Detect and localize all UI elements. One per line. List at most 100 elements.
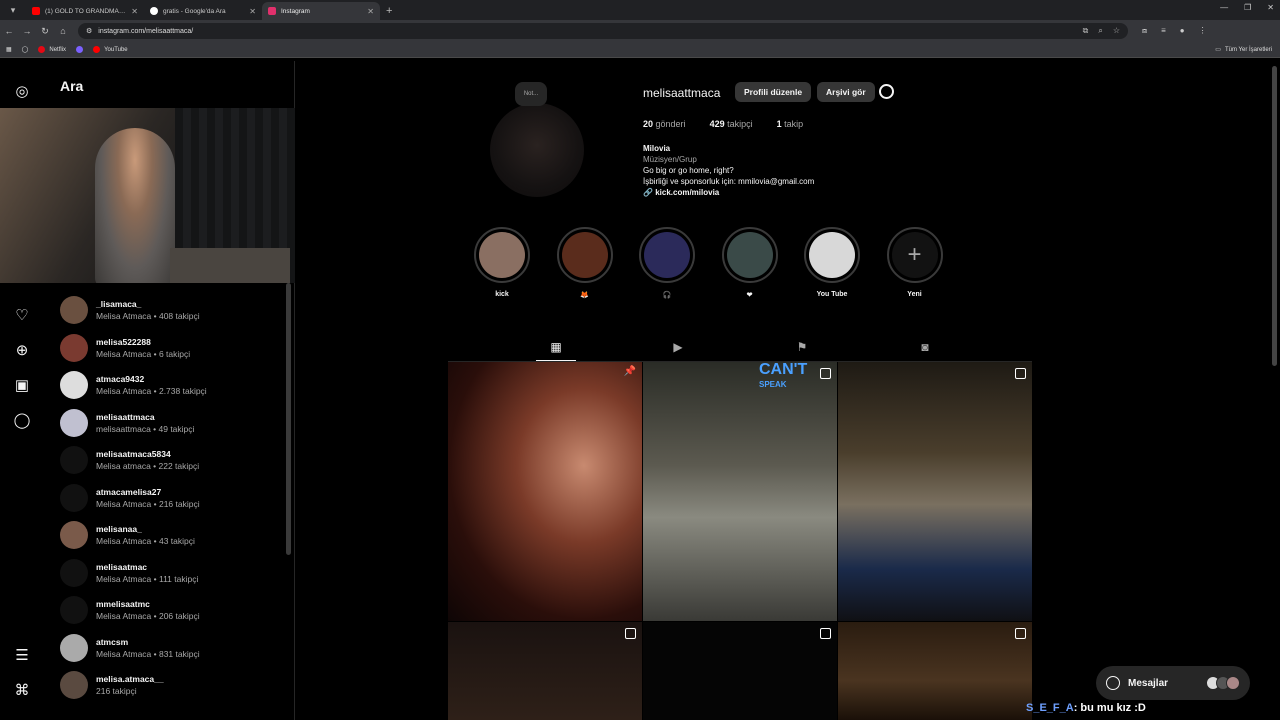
close-window-icon[interactable]: ✕ — [1267, 3, 1274, 12]
result-subtitle: 216 takipçi — [96, 686, 137, 696]
following-count[interactable]: 1 takip — [777, 119, 804, 129]
tab-saved-icon[interactable]: ⚑ — [795, 340, 809, 354]
bio-category: Müzisyen/Grup — [643, 155, 697, 164]
result-subtitle: Melisa Atmaca • 43 takipçi — [96, 536, 195, 546]
search-scrollbar[interactable] — [286, 283, 291, 555]
post-thumbnail[interactable]: CAN'T SPEAK — [643, 362, 837, 621]
profile-avatar-icon[interactable]: ◯ — [12, 410, 32, 430]
more-menu-icon[interactable]: ☰ — [12, 645, 32, 665]
maximize-icon[interactable]: ❐ — [1244, 3, 1251, 12]
bookmark-star-icon[interactable]: ☆ — [1113, 26, 1120, 36]
avatar — [60, 633, 88, 662]
media-icon[interactable]: ≡ — [1161, 26, 1166, 36]
result-username: melisaatmaca5834 — [96, 449, 171, 459]
browser-tab-youtube[interactable]: (1) GOLD TO GRANDMASTER V ✕ — [26, 2, 144, 20]
post-caption-overlay: CAN'T SPEAK — [759, 362, 808, 389]
back-icon[interactable]: ← — [0, 26, 18, 36]
story-highlight[interactable]: + Yeni — [886, 227, 943, 298]
search-result-item[interactable]: melisaatmac Melisa Atmaca • 111 takipçi — [60, 557, 290, 589]
story-highlight[interactable]: 🦊 — [556, 227, 613, 299]
post-thumbnail[interactable] — [448, 622, 642, 720]
bio-link[interactable]: 🔗 kick.com/milovia — [643, 187, 814, 198]
story-highlight[interactable]: You Tube — [804, 227, 860, 298]
bookmark-netflix[interactable]: Netflix — [38, 46, 66, 53]
zoom-icon[interactable]: ⌕ — [1098, 26, 1102, 36]
result-subtitle: Melisa Atmaca • 206 takipçi — [96, 611, 200, 621]
search-result-item[interactable]: mmelisaatmc Melisa Atmaca • 206 takipçi — [60, 594, 290, 626]
dashboard-icon[interactable]: ▣ — [12, 375, 32, 395]
page-scrollbar[interactable] — [1272, 66, 1277, 366]
followers-count[interactable]: 429 takipçi — [710, 119, 753, 129]
close-tab-icon[interactable]: ✕ — [131, 7, 138, 16]
edit-profile-button[interactable]: Profili düzenle — [735, 82, 812, 102]
avatar — [60, 446, 88, 474]
tab-posts-grid-icon[interactable]: ▦ — [549, 340, 563, 354]
highlight-cover — [644, 232, 690, 278]
home-icon[interactable]: ⌂ — [54, 26, 72, 36]
profile-picture[interactable] — [490, 103, 584, 197]
story-highlight[interactable]: ❤ — [721, 227, 778, 299]
highlight-label: 🎧 — [662, 292, 672, 299]
search-result-item[interactable]: melisa522288 Melisa Atmaca • 6 takipçi — [60, 332, 290, 364]
chat-text: : bu mu kız :D — [1073, 702, 1146, 714]
forward-icon[interactable]: → — [18, 26, 36, 36]
post-thumbnail[interactable] — [643, 622, 837, 720]
search-result-item[interactable]: atmacamelisa27 Melisa Atmaca • 216 takipç… — [60, 482, 290, 514]
tab-reels-icon[interactable]: ▶ — [671, 340, 685, 354]
extensions-icon[interactable]: ⧈ — [1142, 26, 1147, 36]
post-thumbnail[interactable] — [838, 622, 1032, 720]
apps-icon[interactable]: ▦ — [6, 46, 12, 53]
story-highlight[interactable]: 🎧 — [639, 227, 695, 299]
tab-title: gratis - Google'da Ara — [163, 7, 226, 15]
view-archive-button[interactable]: Arşivi gör — [817, 82, 875, 102]
search-result-item[interactable]: melisa.atmaca__ 216 takipçi — [60, 669, 290, 701]
threads-icon[interactable]: ⌘ — [12, 680, 32, 700]
result-subtitle: Melisa Atmaca • 831 takipçi — [96, 648, 200, 659]
google-shortcut-icon[interactable]: ◯ — [22, 46, 29, 53]
menu-icon[interactable]: ⋮ — [1199, 26, 1207, 36]
post-thumbnail[interactable] — [838, 362, 1032, 621]
avatar — [60, 371, 88, 399]
close-tab-icon[interactable]: ✕ — [249, 7, 256, 16]
instagram-favicon-icon — [268, 7, 276, 15]
site-info-icon[interactable]: ⚙ — [86, 27, 92, 35]
close-tab-icon[interactable]: ✕ — [367, 7, 374, 16]
profile-stats: 20 gönderi 429 takipçi 1 takip — [643, 119, 803, 129]
browser-tab-instagram[interactable]: Instagram ✕ — [262, 2, 380, 20]
search-result-item[interactable]: atmcsm Melisa Atmaca • 831 takipçi — [60, 632, 290, 664]
reload-icon[interactable]: ↻ — [36, 26, 54, 37]
plus-icon: + — [891, 232, 938, 278]
post-thumbnail[interactable]: 📌 — [448, 362, 642, 621]
notifications-heart-icon[interactable]: ♡ — [12, 305, 32, 325]
result-username: mmelisaatmc — [96, 599, 150, 609]
carousel-icon — [625, 628, 636, 639]
address-bar[interactable]: ⚙ instagram.com/melisaattmaca/ ⧉ ⌕ ☆ — [78, 23, 1128, 39]
tab-search-icon[interactable]: ▾ — [4, 1, 22, 19]
bookmark-youtube[interactable]: YouTube — [93, 46, 128, 53]
profile-icon[interactable]: ● — [1180, 26, 1185, 36]
story-highlight[interactable]: kick — [474, 227, 530, 298]
note-bubble[interactable]: Not... — [515, 82, 547, 106]
tab-tagged-icon[interactable]: ◙ — [918, 340, 932, 354]
search-result-item[interactable]: melisanaa_ Melisa Atmaca • 43 takipçi — [60, 519, 290, 551]
search-result-item[interactable]: melisaattmaca melisaattmaca • 49 takipçi — [60, 407, 290, 439]
bookmark-ext[interactable] — [76, 46, 84, 53]
search-result-item[interactable]: _lisamaca_ Melisa Atmaca • 408 takipçi — [60, 294, 290, 326]
desk-keyboard — [170, 248, 290, 283]
search-result-item[interactable]: atmaca9432 Melisa Atmaca • 2.738 takipçi — [60, 369, 290, 401]
instagram-logo-icon[interactable]: ◎ — [12, 81, 32, 101]
bookmarks-bar: ▦ ◯ Netflix YouTube ▭ Tüm Yer İşaretleri — [0, 42, 1280, 58]
install-icon[interactable]: ⧉ — [1083, 26, 1089, 36]
active-tab-indicator — [536, 360, 576, 361]
all-bookmarks[interactable]: ▭ Tüm Yer İşaretleri — [1215, 46, 1272, 54]
create-plus-icon[interactable]: ⊕ — [12, 340, 32, 360]
messages-button[interactable]: Mesajlar — [1096, 666, 1250, 700]
search-result-item[interactable]: melisaatmaca5834 Melisa atmaca • 222 taki… — [60, 444, 290, 476]
settings-gear-icon[interactable] — [879, 84, 894, 99]
new-tab-icon[interactable]: + — [386, 5, 392, 17]
tab-title: Instagram — [281, 7, 310, 15]
message-avatars — [1206, 676, 1240, 690]
browser-tab-google[interactable]: gratis - Google'da Ara ✕ — [144, 2, 262, 20]
minimize-icon[interactable]: — — [1220, 3, 1228, 12]
avatar — [60, 671, 88, 699]
